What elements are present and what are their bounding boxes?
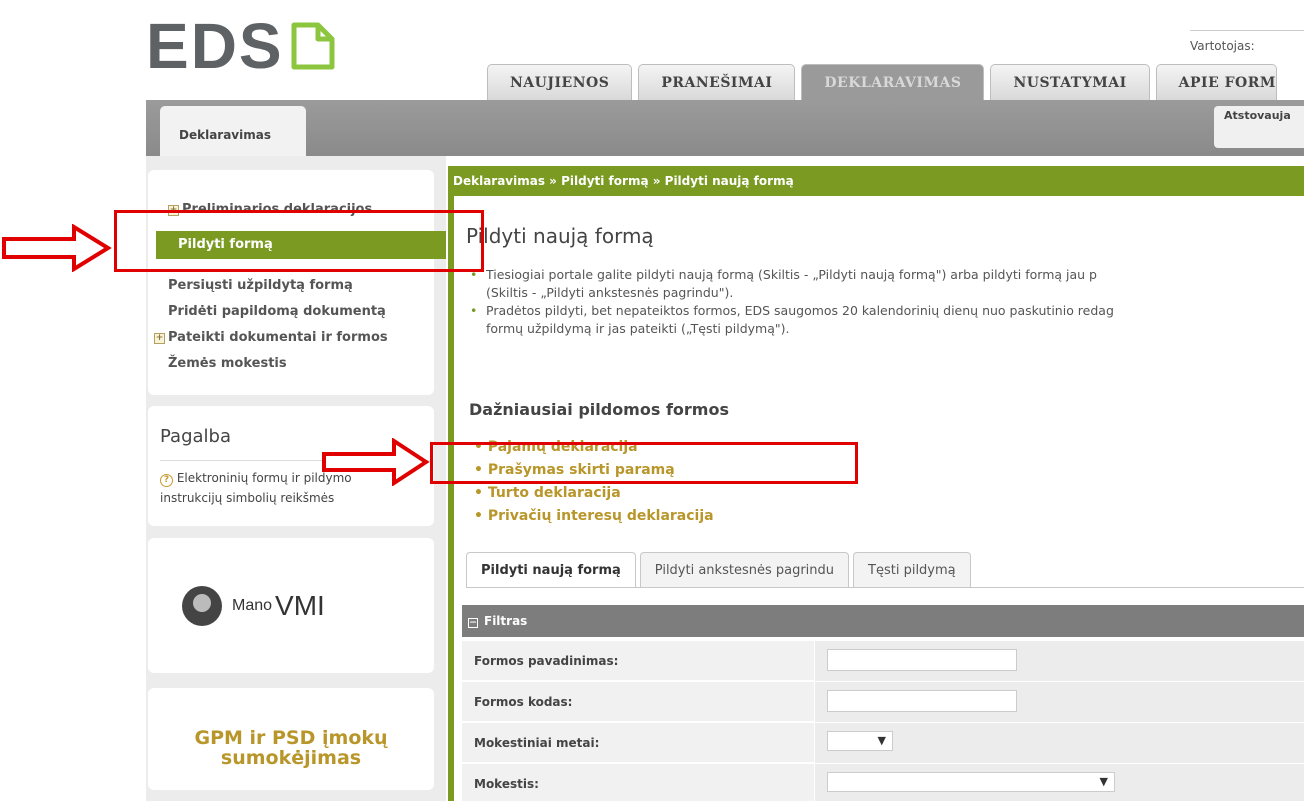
tab-pildyti-ankstesnes[interactable]: Pildyti ankstesnės pagrindu (639, 552, 850, 588)
sidebar-item-label: Pateikti dokumentai ir formos (168, 330, 388, 345)
mano-vmi-small: Mano (232, 597, 273, 614)
annotation-arrow-icon (322, 438, 430, 486)
tab-testi-pildyma[interactable]: Tęsti pildymą (853, 552, 971, 588)
mano-vmi-big: VMI (275, 590, 325, 621)
collapse-icon[interactable]: − (468, 618, 478, 628)
tax-year-select[interactable]: ▼ (827, 731, 893, 751)
filter-label: Mokestis: (474, 777, 539, 791)
form-code-input[interactable] (827, 690, 1017, 712)
sidebar-nav-box: + Preliminarios deklaracijos Persiųsti už… (148, 170, 434, 395)
gpm-line-2: sumokėjimas (220, 747, 362, 769)
user-circle-icon (182, 586, 222, 626)
gpm-line-1: GPM ir PSD įmokų (194, 727, 388, 749)
eds-logo[interactable]: EDS (146, 14, 336, 78)
help-title: Pagalba (160, 426, 231, 447)
filter-row: Mokestis: ▼ (462, 764, 1304, 801)
filter-row: Formos kodas: (462, 682, 1304, 722)
sidebar-item-label: Žemės mokestis (168, 356, 287, 371)
divider (466, 587, 1304, 588)
dropdown-arrow-icon: ▼ (1099, 775, 1108, 788)
sub-navigation-bar (146, 100, 1304, 156)
form-name-input[interactable] (827, 649, 1017, 671)
sidebar-item-persiusti[interactable]: Persiųsti užpildytą formą (168, 278, 353, 293)
annotation-box-form (430, 442, 858, 484)
breadcrumb: Deklaravimas » Pildyti formą » Pildyti n… (448, 166, 1304, 196)
annotation-box-sidebar (114, 210, 484, 272)
represent-dropdown[interactable]: Atstovauja (1214, 106, 1304, 148)
info-bullet: Pradėtos pildyti, bet nepateiktos formos… (470, 302, 1304, 338)
filter-label: Formos pavadinimas: (474, 654, 619, 668)
logo-text: EDS (146, 10, 284, 82)
gpm-banner-text: GPM ir PSD įmokų sumokėjimas (148, 728, 434, 768)
form-tabs: Pildyti naują formą Pildyti ankstesnės p… (466, 552, 971, 588)
filter-label: Formos kodas: (474, 695, 573, 709)
sidebar-item-label: Persiųsti užpildytą formą (168, 278, 353, 293)
nav-tab-deklaravimas[interactable]: DEKLARAVIMAS (801, 64, 985, 100)
tax-select[interactable]: ▼ (827, 772, 1115, 792)
mano-vmi-banner[interactable]: Mano VMI (148, 538, 434, 673)
sidebar-item-prideti-dokumenta[interactable]: Pridėti papildomą dokumentą (168, 304, 386, 319)
tab-pildyti-nauja[interactable]: Pildyti naują formą (466, 552, 636, 588)
filter-title: Filtras (484, 614, 528, 628)
nav-tab-nustatymai[interactable]: NUSTATYMAI (990, 64, 1150, 100)
subtab-deklaravimas[interactable]: Deklaravimas (160, 106, 306, 156)
top-navigation: NAUJIENOS PRANEŠIMAI DEKLARAVIMAS NUSTAT… (487, 64, 1277, 100)
sidebar-item-pateikti-dokumentai[interactable]: + Pateikti dokumentai ir formos (154, 330, 388, 345)
expand-icon[interactable]: + (154, 333, 165, 344)
filter-label: Mokestiniai metai: (474, 736, 600, 750)
frequent-form-link[interactable]: Turto deklaracija (474, 482, 714, 505)
question-icon: ? (160, 474, 173, 487)
info-text: Pradėtos pildyti, bet nepateiktos formos… (486, 303, 1114, 318)
user-label: Vartotojas: (1190, 30, 1304, 53)
nav-tab-apie-formas[interactable]: APIE FORM (1155, 64, 1277, 100)
mano-vmi-logo: Mano VMI (182, 586, 325, 626)
filter-row: Formos pavadinimas: (462, 641, 1304, 681)
gpm-banner[interactable]: GPM ir PSD įmokų sumokėjimas (148, 688, 434, 790)
info-text: Tiesiogiai portale galite pildyti naują … (486, 267, 1097, 282)
frequent-forms-title: Dažniausiai pildomos formos (469, 400, 729, 419)
info-bullet: Tiesiogiai portale galite pildyti naują … (470, 266, 1304, 302)
info-bullets: Tiesiogiai portale galite pildyti naują … (470, 266, 1304, 338)
sidebar-item-label: Pridėti papildomą dokumentą (168, 304, 386, 319)
annotation-arrow-icon (2, 224, 112, 272)
nav-tab-naujienos[interactable]: NAUJIENOS (487, 64, 633, 100)
info-text: formų užpildymą ir jas pateikti („Tęsti … (486, 321, 790, 336)
dropdown-arrow-icon: ▼ (877, 734, 886, 747)
page-title: Pildyti naują formą (466, 224, 654, 248)
nav-tab-pranesimai[interactable]: PRANEŠIMAI (638, 64, 796, 100)
filter-header[interactable]: − Filtras (462, 605, 1304, 637)
frequent-form-link[interactable]: Privačių interesų deklaracija (474, 505, 714, 528)
filter-row: Mokestiniai metai: ▼ (462, 723, 1304, 763)
info-text: (Skiltis - „Pildyti ankstesnės pagrindu"… (486, 285, 734, 300)
sidebar-item-zemes-mokestis[interactable]: Žemės mokestis (168, 356, 287, 371)
document-icon (291, 22, 335, 70)
